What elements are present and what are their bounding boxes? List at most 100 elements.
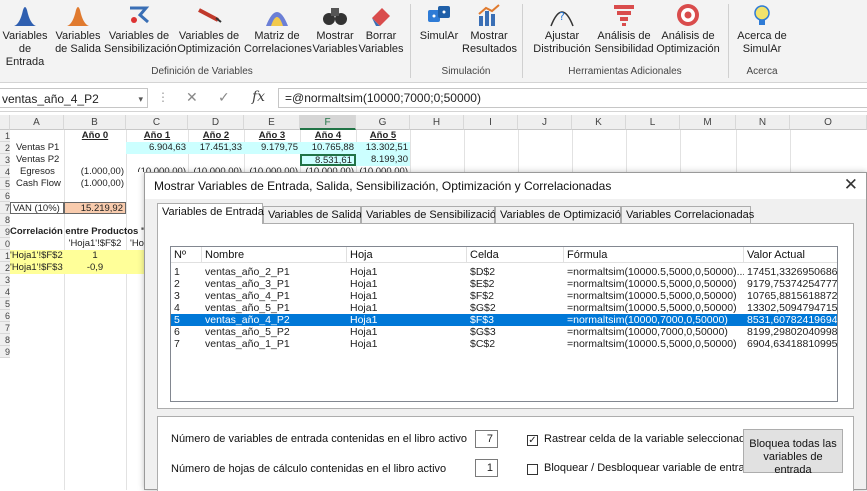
cell-correlation-header[interactable]: 'Ho	[130, 238, 144, 250]
row-header[interactable]: 2	[0, 262, 10, 274]
lock-variable-label[interactable]: Bloquear / Desbloquear variable de entra…	[544, 462, 757, 474]
column-header[interactable]: G	[356, 115, 410, 130]
column-header[interactable]: M	[680, 115, 736, 130]
column-header[interactable]: B	[64, 115, 126, 130]
column-header[interactable]: I	[464, 115, 518, 130]
column-header[interactable]: J	[518, 115, 572, 130]
cell-correlation-title[interactable]: Correlación entre Productos "1" y	[10, 226, 144, 238]
tab-sensitivity-variables[interactable]: Variables de Sensibilización	[361, 206, 502, 223]
list-item[interactable]: 4 ventas_año_5_P1 Hoja1 $G$2 =normaltsim…	[171, 302, 837, 314]
correlation-matrix-button[interactable]: Matriz de Correlaciones	[244, 2, 312, 60]
row-header[interactable]: 4	[0, 286, 10, 298]
column-header-cell[interactable]: Celda	[467, 247, 564, 263]
cell-value[interactable]: (1.000,00)	[64, 166, 126, 178]
tab-correlated-variables[interactable]: Variables Correlacionadas	[621, 206, 754, 223]
row-header[interactable]: 5	[0, 178, 10, 190]
name-box[interactable]: ventas_año_4_P2 ▾	[0, 88, 148, 108]
row-header[interactable]: 0	[0, 238, 10, 250]
row-header[interactable]: 9	[0, 346, 10, 358]
corner-cell[interactable]	[0, 115, 10, 130]
cell-value-active[interactable]: 8.531,61	[300, 154, 356, 166]
tab-optimization-variables[interactable]: Variables de Optimización	[495, 206, 627, 223]
list-item-selected[interactable]: 5 ventas_año_4_P2 Hoja1 $F$3 =normaltsim…	[171, 314, 837, 326]
column-header[interactable]: N	[736, 115, 790, 130]
row-header[interactable]: 3	[0, 274, 10, 286]
output-variables-button[interactable]: Variables de Salida	[52, 2, 104, 60]
show-results-button[interactable]: Mostrar Resultados	[462, 2, 517, 60]
row-header[interactable]: 4	[0, 166, 10, 178]
column-header-selected[interactable]: F	[300, 115, 356, 130]
cell-correlation-row-label[interactable]: 'Hoja1'!$F$3	[10, 262, 64, 274]
chevron-down-icon[interactable]: ▾	[138, 89, 143, 109]
track-cell-checkbox[interactable]: ✓	[527, 435, 538, 446]
list-item[interactable]: 7 ventas_año_1_P1 Hoja1 $C$2 =normaltsim…	[171, 338, 837, 350]
cell-row-label[interactable]: Egresos	[20, 166, 64, 178]
column-header[interactable]: K	[572, 115, 626, 130]
formula-input[interactable]: =@normaltsim(10000;7000;0;50000)	[278, 88, 867, 108]
tab-output-variables[interactable]: Variables de Salida	[263, 206, 362, 223]
list-item[interactable]: 2 ventas_año_3_P1 Hoja1 $E$2 =normaltsim…	[171, 278, 837, 290]
lock-variable-checkbox[interactable]	[527, 464, 538, 475]
column-header-name[interactable]: Nombre	[202, 247, 347, 263]
cell-year-header[interactable]: Año 2	[188, 130, 244, 142]
row-header[interactable]: 5	[0, 298, 10, 310]
column-header[interactable]: D	[188, 115, 244, 130]
cell-correlation-value[interactable]: -0,9	[64, 262, 126, 274]
column-header-value[interactable]: Valor Actual	[744, 247, 837, 263]
variables-list-view[interactable]: Nº Nombre Hoja Celda Fórmula Valor Actua…	[170, 246, 838, 402]
cell-row-label[interactable]: Ventas P1	[16, 142, 64, 154]
column-header-number[interactable]: Nº	[171, 247, 202, 263]
sensitivity-variables-button[interactable]: Variables de Sensibilización	[104, 2, 177, 60]
track-cell-label[interactable]: Rastrear celda de la variable selecciona…	[544, 433, 751, 445]
cell-value[interactable]: 10.765,88	[300, 142, 356, 154]
cell-value[interactable]: 13.302,51	[356, 142, 410, 154]
row-header[interactable]: 1	[0, 250, 10, 262]
optimization-variables-button[interactable]: Variables de Optimización	[176, 2, 242, 60]
list-item[interactable]: 1 ventas_año_2_P1 Hoja1 $D$2 =normaltsim…	[171, 266, 837, 278]
cell-value[interactable]: (1.000,00)	[64, 178, 126, 190]
cell-correlation-value[interactable]: 1	[64, 250, 126, 262]
cell-npv-value[interactable]: 15.219,92	[64, 202, 126, 214]
sensitivity-analysis-button[interactable]: Análisis de Sensibilidad	[594, 2, 654, 60]
column-header[interactable]: E	[244, 115, 300, 130]
column-header[interactable]: A	[10, 115, 64, 130]
fit-distribution-button[interactable]: ? Ajustar Distribución	[530, 2, 594, 60]
cell-year-header[interactable]: Año 4	[300, 130, 356, 142]
cell-year-header[interactable]: Año 0	[64, 130, 126, 142]
row-header[interactable]: 7	[0, 322, 10, 334]
cell-year-header[interactable]: Año 1	[126, 130, 188, 142]
row-header[interactable]: 7	[0, 202, 10, 214]
lock-all-inputs-button[interactable]: Bloquea todas las variables de entrada	[743, 429, 843, 476]
list-item[interactable]: 6 ventas_año_5_P2 Hoja1 $G$3 =normaltsim…	[171, 326, 837, 338]
row-header[interactable]: 8	[0, 214, 10, 226]
cell-correlation-fill[interactable]	[126, 262, 144, 274]
dialog-titlebar[interactable]: Mostrar Variables de Entrada, Salida, Se…	[145, 173, 866, 199]
cell-year-header[interactable]: Año 5	[356, 130, 410, 142]
cell-value[interactable]: 9.179,75	[244, 142, 300, 154]
simular-button[interactable]: SimulAr	[414, 2, 464, 60]
enter-icon[interactable]: ✓	[218, 89, 230, 106]
column-header[interactable]: C	[126, 115, 188, 130]
cell-correlation-fill[interactable]	[126, 250, 144, 262]
cell-value[interactable]: 8.199,30	[356, 154, 410, 166]
tab-input-variables[interactable]: Variables de Entrada	[157, 203, 264, 224]
column-header-formula[interactable]: Fórmula	[564, 247, 744, 263]
cancel-icon[interactable]: ✕	[186, 89, 198, 106]
row-header[interactable]: 2	[0, 142, 10, 154]
list-item[interactable]: 3 ventas_año_4_P1 Hoja1 $F$2 =normaltsim…	[171, 290, 837, 302]
column-header[interactable]: O	[790, 115, 867, 130]
close-icon[interactable]: ✕	[844, 175, 858, 195]
cell-row-label[interactable]: Cash Flow	[16, 178, 64, 190]
column-header[interactable]: H	[410, 115, 464, 130]
cell-value[interactable]: 17.451,33	[188, 142, 244, 154]
show-variables-button[interactable]: Mostrar Variables	[312, 2, 358, 60]
cell-row-label[interactable]: Ventas P2	[16, 154, 64, 166]
about-simular-button[interactable]: Acerca de SimulAr	[732, 2, 792, 60]
insert-function-icon[interactable]: fx	[252, 89, 265, 105]
row-header[interactable]: 6	[0, 310, 10, 322]
cell-year-header[interactable]: Año 3	[244, 130, 300, 142]
row-header[interactable]: 8	[0, 334, 10, 346]
cell-correlation-header[interactable]: 'Hoja1'!$F$2	[64, 238, 126, 250]
column-header-sheet[interactable]: Hoja	[347, 247, 467, 263]
column-header[interactable]: L	[626, 115, 680, 130]
